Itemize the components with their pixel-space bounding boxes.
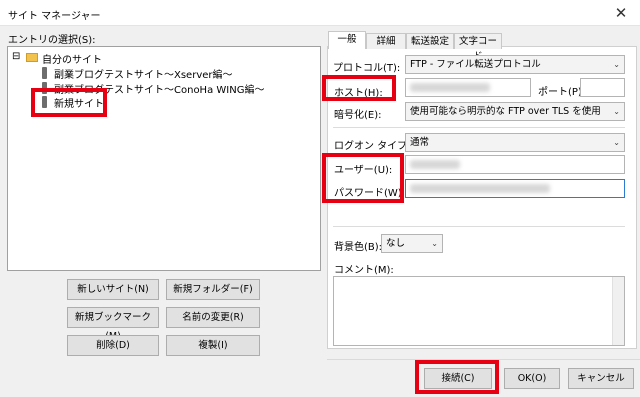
comment-scrollbar[interactable] xyxy=(612,277,624,345)
chevron-down-icon: ⌄ xyxy=(613,107,620,116)
tree-root-label[interactable]: 自分のサイト xyxy=(42,51,102,66)
divider xyxy=(333,127,625,128)
cancel-button[interactable]: キャンセル xyxy=(568,368,634,389)
bgcolor-select[interactable]: なし ⌄ xyxy=(381,234,443,253)
bgcolor-label: 背景色(B): xyxy=(334,242,383,253)
protocol-select[interactable]: FTP - ファイル転送プロトコル ⌄ xyxy=(405,55,625,74)
tab-transfer-settings[interactable]: 転送設定 xyxy=(406,33,454,49)
password-value-redacted xyxy=(410,184,550,193)
highlight-new-site xyxy=(31,88,107,117)
host-input[interactable] xyxy=(405,78,531,97)
close-icon[interactable]: ✕ xyxy=(612,4,630,22)
tab-charset[interactable]: 文字コード xyxy=(454,33,502,62)
chevron-down-icon: ⌄ xyxy=(613,60,620,69)
tab-general[interactable]: 一般 xyxy=(328,31,366,49)
encryption-value: 使用可能なら明示的な FTP over TLS を使用 xyxy=(410,106,601,117)
highlight-host xyxy=(322,75,396,101)
delete-button[interactable]: 削除(D) xyxy=(67,335,159,356)
new-folder-button[interactable]: 新規フォルダー(F) xyxy=(166,279,260,300)
bgcolor-value: なし xyxy=(386,238,406,249)
host-value-redacted xyxy=(410,83,490,92)
new-bookmark-button[interactable]: 新規ブックマーク(M) xyxy=(67,307,159,342)
comment-textarea[interactable] xyxy=(333,276,625,346)
divider xyxy=(333,226,625,227)
tree-collapse-icon[interactable]: ⊟ xyxy=(12,51,20,62)
tab-advanced[interactable]: 詳細 xyxy=(366,33,406,49)
duplicate-button[interactable]: 複製(I) xyxy=(166,335,260,356)
comment-label: コメント(M): xyxy=(334,265,394,276)
highlight-credentials xyxy=(322,153,404,203)
encryption-label: 暗号化(E): xyxy=(334,110,382,121)
folder-icon xyxy=(26,53,38,62)
chevron-down-icon: ⌄ xyxy=(431,239,438,248)
rename-button[interactable]: 名前の変更(R) xyxy=(166,307,260,328)
port-label: ポート(P): xyxy=(538,87,586,98)
protocol-value: FTP - ファイル転送プロトコル xyxy=(410,59,541,70)
logon-type-select[interactable]: 通常 ⌄ xyxy=(405,133,625,152)
new-site-button[interactable]: 新しいサイト(N) xyxy=(67,279,159,300)
site-icon xyxy=(42,67,47,79)
protocol-label: プロトコル(T): xyxy=(333,63,401,74)
user-value-redacted xyxy=(410,160,460,169)
port-input[interactable] xyxy=(580,78,625,97)
logon-type-value: 通常 xyxy=(410,137,430,148)
encryption-select[interactable]: 使用可能なら明示的な FTP over TLS を使用 ⌄ xyxy=(405,102,625,121)
window-title: サイト マネージャー xyxy=(8,11,101,22)
ok-button[interactable]: OK(O) xyxy=(504,368,560,389)
highlight-connect xyxy=(415,360,499,394)
chevron-down-icon: ⌄ xyxy=(613,138,620,147)
password-input[interactable] xyxy=(405,179,625,198)
tree-item-xserver[interactable]: 副業ブログテストサイト～Xserver編～ xyxy=(54,66,233,81)
user-input[interactable] xyxy=(405,155,625,174)
entry-select-label: エントリの選択(S): xyxy=(8,35,96,46)
